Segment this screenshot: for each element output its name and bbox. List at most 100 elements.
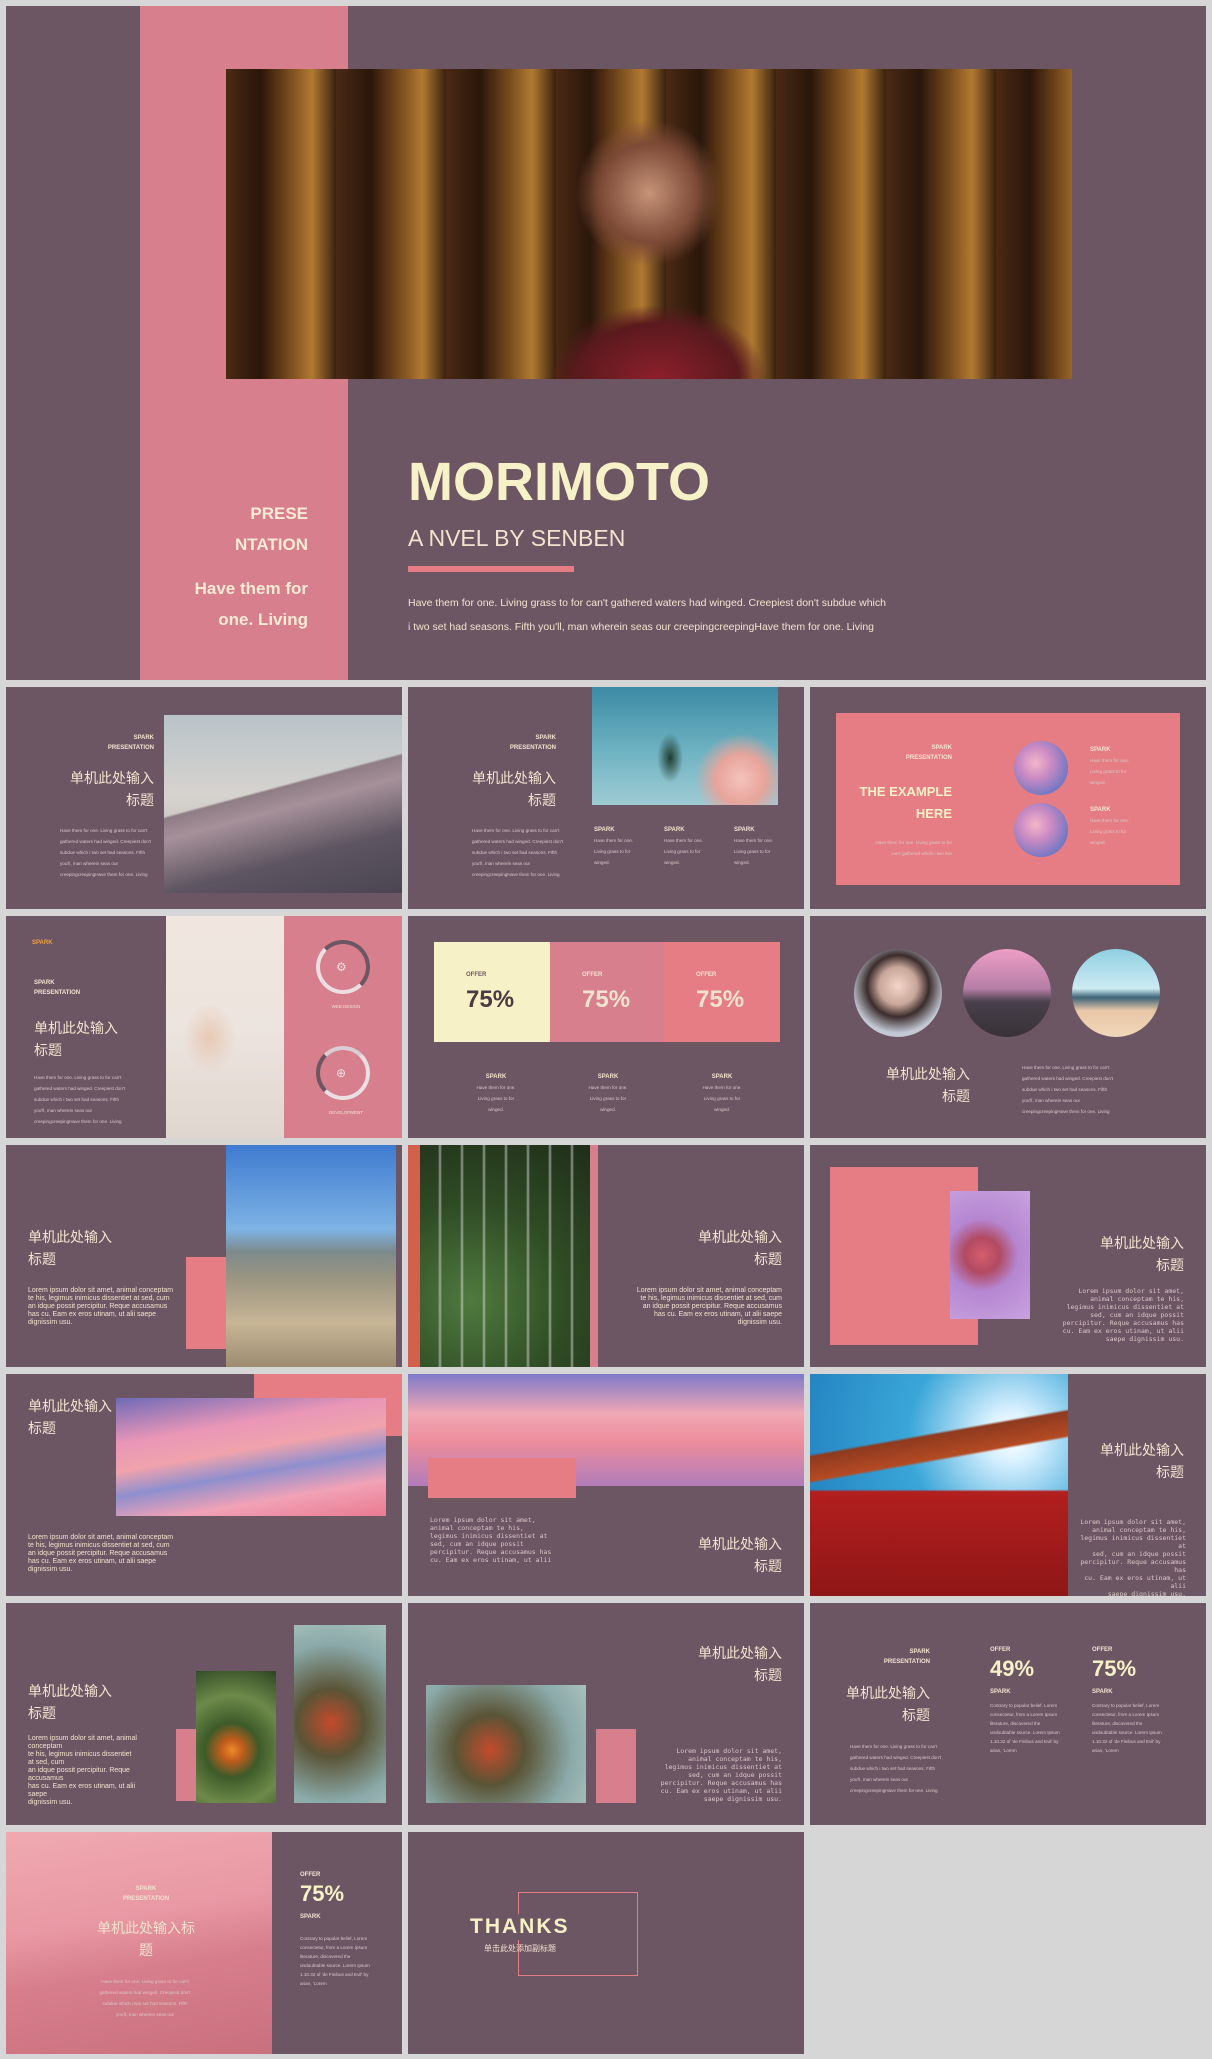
hero-photo xyxy=(226,69,1072,379)
mono-body: Lorem ipsum dolor sit amet, animal concep… xyxy=(1062,1287,1184,1343)
tiny-body: Have them for one. Living grass to for c… xyxy=(34,1075,126,1124)
development-icon: ⊕ xyxy=(336,1066,347,1080)
slide-8[interactable]: 单机此处输入 标题 Lorem ipsum dolor sit amet, ani… xyxy=(6,1145,402,1367)
spark-col-1: SPARK Have them for one. Living grass to f… xyxy=(594,827,634,865)
slide-5[interactable]: SPARK SPARK PRESENTATION 单机此处输入 标题 Have th… xyxy=(6,916,402,1138)
slide-6[interactable]: OFFER 75% OFFER 75% OFFER 75% SPARK Have … xyxy=(408,916,804,1138)
zh-title: 单机此处输入标题 xyxy=(1100,1443,1184,1481)
spark-col-1: SPARK Have them for one. Living grass to f… xyxy=(476,1074,516,1112)
zh-title: 单机此处输入标题 xyxy=(698,1230,782,1268)
portrait-circle xyxy=(854,949,942,1037)
berries-wide-photo xyxy=(426,1685,586,1803)
zh-title: 单机此处输入标题 xyxy=(472,771,556,809)
thanks-subtitle: 单击此处添加副标题 xyxy=(484,1944,556,1953)
clouds-photo xyxy=(116,1398,386,1516)
stat-col-2: OFFER 75% SPARK Contrary to popular beli… xyxy=(1092,1647,1162,1753)
hero-side-sub1: Have them for xyxy=(194,579,308,598)
street-circle xyxy=(963,949,1051,1037)
slide-2[interactable]: SPARK PRESENTATION 单机此处输入 标题 Have them for… xyxy=(6,687,402,909)
slide-11[interactable]: 单机此处输入 标题 Lorem ipsum dolor sit amet, ani… xyxy=(6,1374,402,1596)
spark-label: SPARK PRESENTATION xyxy=(107,735,154,751)
berries-photo xyxy=(294,1625,386,1803)
slide-16[interactable]: SPARK PRESENTATION 单机此处输入 标题 Have them for… xyxy=(810,1603,1206,1825)
spark-col-3: SPARK Have them for one. Living grass to f… xyxy=(734,827,774,865)
palace-photo xyxy=(810,1374,1068,1596)
tiny-body: Have them for one. Living grass to for c… xyxy=(99,1979,191,2017)
flower-photo xyxy=(592,687,778,805)
offer-box-3: OFFER 75% xyxy=(664,942,780,1042)
tiny-body: Have them for one. Living grass to for c… xyxy=(472,828,564,877)
hero-side-line1: PRESE xyxy=(250,504,308,523)
zh-title: 单机此处输入标题 xyxy=(1100,1236,1184,1274)
lorem-body: Lorem ipsum dolor sit amet, animal conce… xyxy=(28,1735,137,1806)
accent-strip-2 xyxy=(590,1145,598,1367)
slide-14[interactable]: 单机此处输入 标题 Lorem ipsum dolor sit amet, ani… xyxy=(6,1603,402,1825)
hero-body-line2: i two set had seasons. Fifth you'll, man… xyxy=(408,621,875,633)
hero-slide[interactable]: PRESE NTATION Have them for one. Living … xyxy=(6,6,1206,680)
zh-title: 单机此处输入标题 xyxy=(698,1646,782,1684)
hero-side-subtitle: Have them for one. Living xyxy=(156,573,308,635)
hero-subtitle: A NVEL BY SENBEN xyxy=(408,525,626,551)
sky-circle-1 xyxy=(1014,741,1068,795)
slide-9[interactable]: 单机此处输入 标题 Lorem ipsum dolor sit amet, ani… xyxy=(408,1145,804,1367)
accent-block xyxy=(186,1257,230,1349)
slide-17[interactable]: SPARK PRESENTATION 单机此处输入标题 Have them for… xyxy=(6,1832,402,2054)
slide-10[interactable]: 单机此处输入 标题 Lorem ipsum dolor sit amet, anim… xyxy=(810,1145,1206,1367)
slide-3[interactable]: SPARK PRESENTATION 单机此处输入 标题 Have them for… xyxy=(408,687,804,909)
spark-label: SPARK PRESENTATION xyxy=(509,735,556,751)
spark-col-2: SPARK Have them for one. Living grass to f… xyxy=(664,827,704,865)
example-body: Have them for one. Living grass to for ca… xyxy=(875,840,952,856)
mono-body: Lorem ipsum dolor sit amet, animal concep… xyxy=(660,1747,782,1803)
offer-box-1: OFFER 75% xyxy=(434,942,550,1042)
thanks-title: THANKS xyxy=(470,1914,580,1940)
sky-circle-2 xyxy=(1014,803,1068,857)
slide-4[interactable]: SPARK PRESENTATION THE EXAMPLE HERE Have t… xyxy=(810,687,1206,909)
orange-tree-photo xyxy=(196,1671,276,1803)
zh-title: 单机此处输入标题 xyxy=(70,771,154,809)
zh-title: 单机此处输入标题 xyxy=(28,1684,112,1722)
spark-label: SPARK PRESENTATION xyxy=(883,1649,930,1665)
lorem-body: Lorem ipsum dolor sit amet, animal conce… xyxy=(636,1287,782,1326)
hero-underline xyxy=(408,566,574,572)
pink-tab xyxy=(428,1458,576,1498)
slide-18[interactable]: THANKS 单击此处添加副标题 xyxy=(408,1832,804,2054)
stat-col-1: OFFER 49% SPARK Contrary to popular beli… xyxy=(990,1647,1060,1753)
tiny-body: Have them for one. Living grass to for c… xyxy=(850,1744,942,1793)
spark-label: SPARK PRESENTATION xyxy=(905,745,952,761)
hero-side-sub2: one. Living xyxy=(218,610,308,629)
zh-title: 单机此处输入标题 xyxy=(886,1067,970,1105)
spark-label: SPARK PRESENTATION xyxy=(34,980,81,996)
lorem-body: Lorem ipsum dolor sit amet, animal conce… xyxy=(28,1534,174,1573)
slide-12[interactable]: Lorem ipsum dolor sit amet, animal concep… xyxy=(408,1374,804,1596)
example-title: THE EXAMPLE HERE xyxy=(859,784,952,821)
mono-body: Lorem ipsum dolor sit amet, animal concep… xyxy=(1080,1518,1186,1596)
zh-title: 单机此处输入标题 xyxy=(698,1537,782,1575)
beach-photo xyxy=(226,1145,396,1367)
hero-body-line1: Have them for one. Living grass to for c… xyxy=(408,597,886,609)
zh-title: 单机此处输入标题 xyxy=(28,1399,112,1437)
hero-title: MORIMOTO xyxy=(408,452,710,512)
spark-col-3: SPARK Have them for one. Living grass to f… xyxy=(702,1074,742,1112)
spark-col-a: SPARK Have them for one. Living grass to f… xyxy=(1090,747,1130,785)
slide-15[interactable]: 单机此处输入 标题 Lorem ipsum dolor sit amet, anim… xyxy=(408,1603,804,1825)
beach-hut-circle xyxy=(1072,949,1160,1037)
zh-title: 单机此处输入标题 xyxy=(846,1686,930,1724)
tiny-body: Have them for one. Living grass to for c… xyxy=(60,828,152,877)
spark-orange: SPARK xyxy=(32,940,53,946)
lorem-body: Lorem ipsum dolor sit amet, animal conce… xyxy=(28,1287,174,1326)
slide-13[interactable]: 单机此处输入 标题 Lorem ipsum dolor sit amet, anim… xyxy=(810,1374,1206,1596)
mono-body: Lorem ipsum dolor sit amet, animal concep… xyxy=(430,1516,552,1564)
spark-label: SPARK PRESENTATION xyxy=(122,1886,170,1902)
slide-7[interactable]: 单机此处输入 标题 Have them for one. Living grass… xyxy=(810,916,1206,1138)
spark-col-2: SPARK Have them for one. Living grass to f… xyxy=(588,1074,628,1112)
garden-photo xyxy=(420,1145,590,1367)
zh-title: 单机此处输入标题 xyxy=(34,1021,118,1059)
stat-col: OFFER 75% SPARK Contrary to popular beli… xyxy=(300,1872,370,1986)
hero-side-line2: NTATION xyxy=(234,535,308,554)
accent-strip xyxy=(408,1145,420,1367)
writing-photo xyxy=(166,916,290,1138)
web-design-label: WEB DESIGN xyxy=(331,1004,361,1009)
tiny-body: Have them for one. Living grass to for c… xyxy=(1022,1065,1114,1114)
accent-block xyxy=(596,1729,636,1803)
hero-side-title: PRESE NTATION xyxy=(156,498,308,560)
